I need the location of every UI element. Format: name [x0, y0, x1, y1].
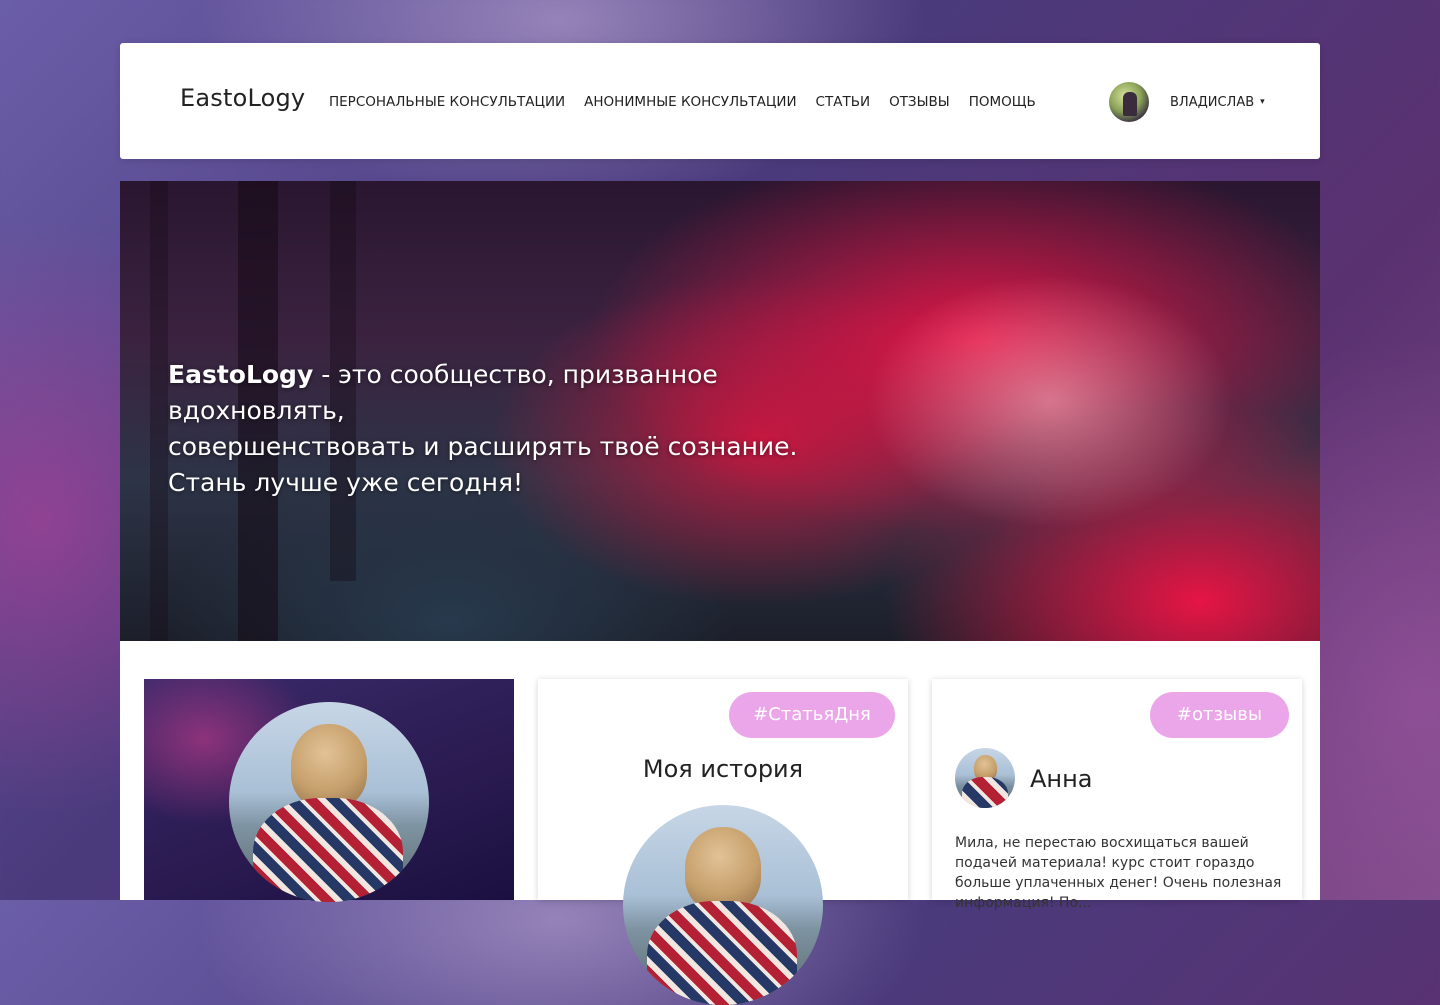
article-portrait: [623, 805, 823, 1005]
user-name[interactable]: ВЛАДИСЛАВ: [1170, 95, 1254, 110]
nav-reviews[interactable]: ОТЗЫВЫ: [889, 94, 950, 110]
portrait-hair: [291, 724, 367, 808]
portrait-hair: [685, 827, 761, 911]
profile-card[interactable]: [144, 679, 514, 902]
hero-banner: EastoLogy - это сообщество, призванное в…: [120, 181, 1320, 641]
hero-tagline: EastoLogy - это сообщество, призванное в…: [168, 357, 888, 501]
chevron-down-icon[interactable]: ▾: [1260, 97, 1265, 107]
article-tag-button[interactable]: #СтатьяДня: [729, 692, 895, 738]
hero-line-3: Стань лучше уже сегодня!: [168, 468, 524, 497]
main-nav: ПЕРСОНАЛЬНЫЕ КОНСУЛЬТАЦИИ АНОНИМНЫЕ КОНС…: [329, 94, 1055, 110]
hero-line-2: совершенствовать и расширять твоё сознан…: [168, 432, 798, 461]
reviews-tag-button[interactable]: #отзывы: [1150, 692, 1289, 738]
nav-help[interactable]: ПОМОЩЬ: [969, 94, 1036, 110]
article-title[interactable]: Моя история: [538, 755, 908, 783]
user-menu[interactable]: ВЛАДИСЛАВ ▾: [1109, 82, 1265, 122]
tree-trunk-decor: [150, 181, 168, 641]
nav-articles[interactable]: СТАТЬИ: [816, 94, 871, 110]
profile-portrait: [229, 702, 429, 902]
review-card[interactable]: #отзывы Анна Мила, не перестаю восхищать…: [932, 679, 1302, 911]
nav-anonymous-consultations[interactable]: АНОНИМНЫЕ КОНСУЛЬТАЦИИ: [584, 94, 796, 110]
portrait-shawl: [253, 798, 403, 902]
portrait-shawl: [647, 901, 797, 1005]
hero-brand: EastoLogy: [168, 360, 314, 389]
site-logo[interactable]: EastoLogy: [180, 84, 305, 112]
review-text: Мила, не перестаю восхищаться вашей пода…: [955, 835, 1282, 911]
top-navbar: EastoLogy ПЕРСОНАЛЬНЫЕ КОНСУЛЬТАЦИИ АНОН…: [120, 43, 1320, 159]
article-of-day-card[interactable]: #СтатьяДня Моя история: [538, 679, 908, 1005]
nav-personal-consultations[interactable]: ПЕРСОНАЛЬНЫЕ КОНСУЛЬТАЦИИ: [329, 94, 565, 110]
user-avatar[interactable]: [1109, 82, 1149, 122]
reviewer-name: Анна: [1030, 765, 1093, 793]
reviewer-avatar: [955, 748, 1015, 808]
content-section: #СтатьяДня Моя история #отзывы Анна Мила…: [120, 641, 1320, 1005]
portrait-shawl: [962, 777, 1008, 808]
